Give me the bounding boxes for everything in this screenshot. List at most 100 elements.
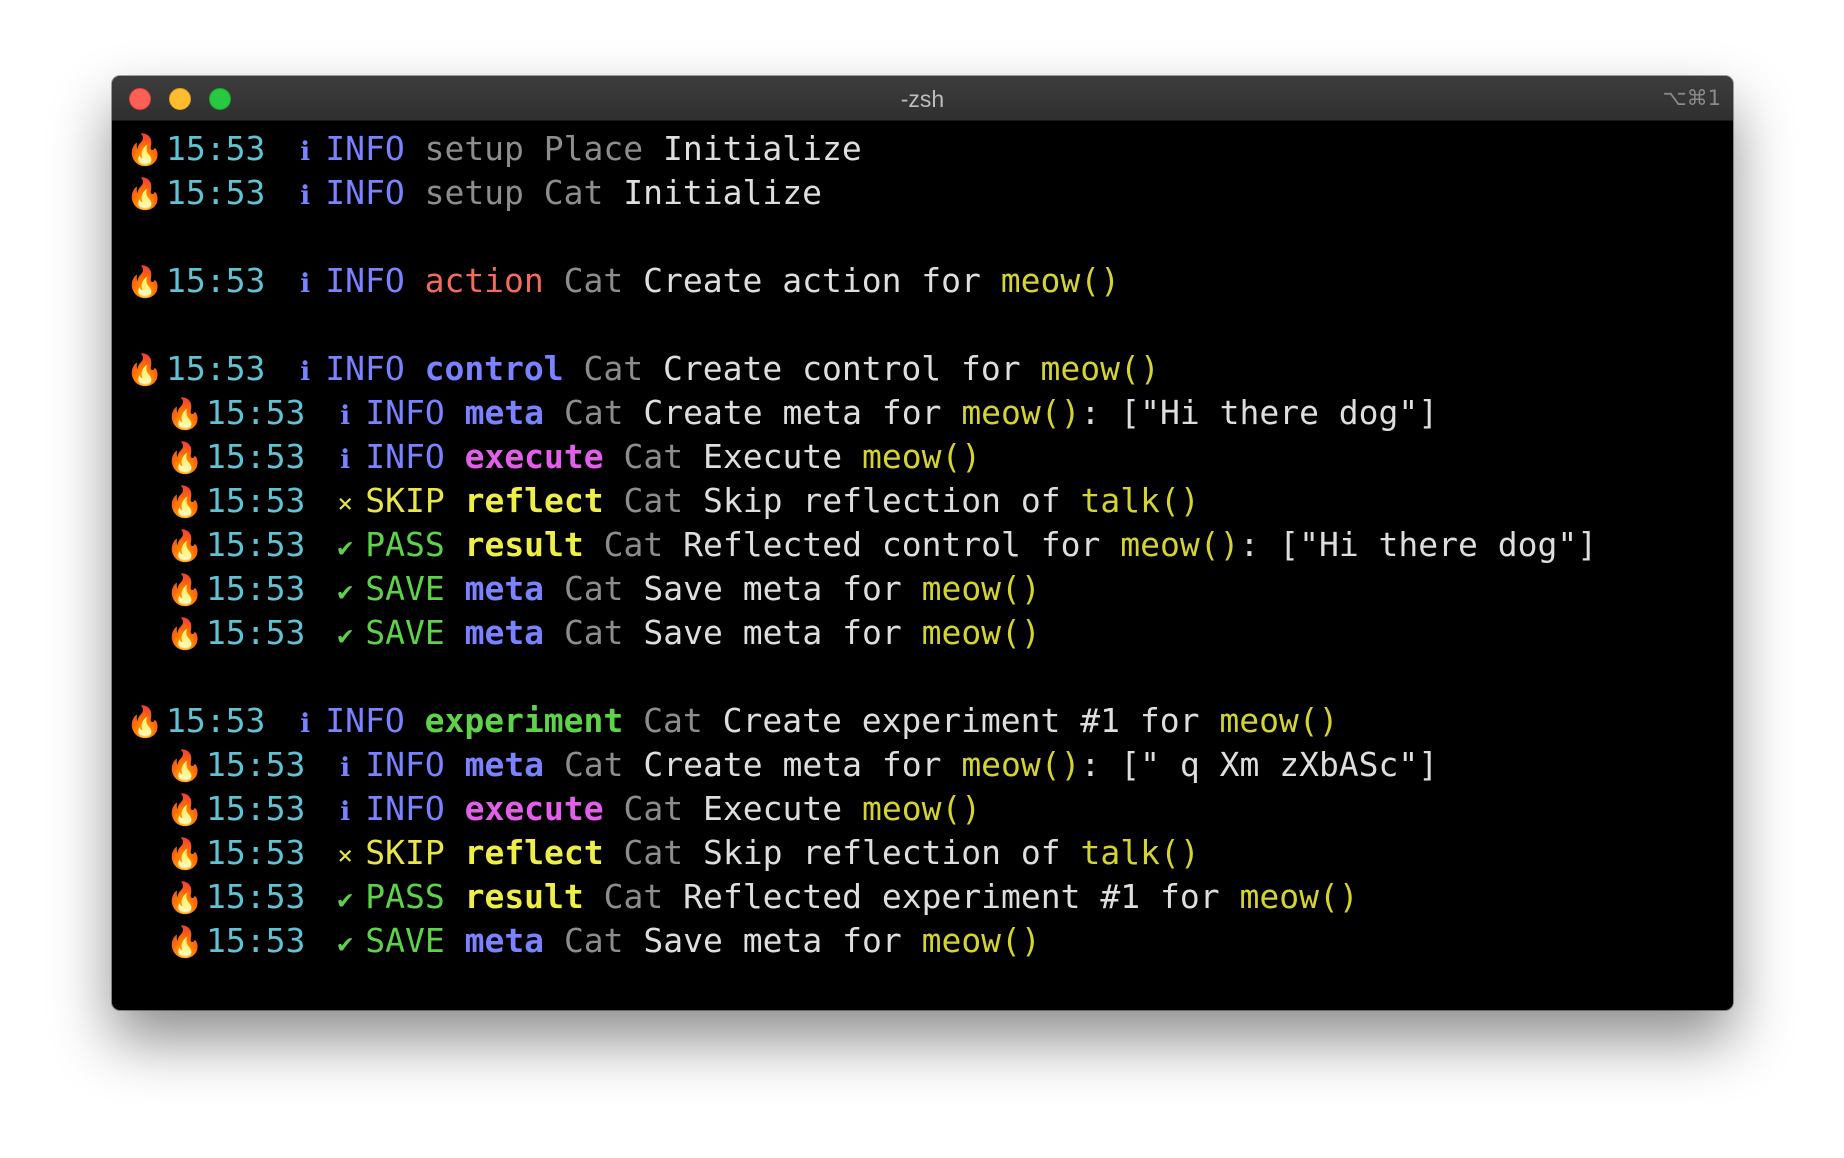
log-category: meta xyxy=(464,569,545,608)
log-scope: Place xyxy=(543,129,644,168)
log-time: 15:53 xyxy=(166,261,266,300)
log-time: 15:53 xyxy=(206,745,306,784)
log-time: 15:53 xyxy=(206,877,306,916)
info-symbol-icon: ℹ xyxy=(340,753,351,783)
log-time: 15:53 xyxy=(206,525,306,564)
log-category: experiment xyxy=(424,701,624,740)
log-line: 🔥15:53 ℹ INFO setup Cat Initialize xyxy=(126,171,1733,215)
info-symbol-icon: ℹ xyxy=(300,181,311,211)
info-symbol-icon: ℹ xyxy=(300,709,311,739)
fire-icon: 🔥 xyxy=(166,573,204,608)
info-symbol-icon: ℹ xyxy=(340,445,351,475)
log-line: 🔥15:53 ✔ SAVE meta Cat Save meta for meow… xyxy=(126,919,1733,963)
log-category: setup xyxy=(424,173,524,212)
info-symbol-icon: ℹ xyxy=(300,269,311,299)
log-level: INFO xyxy=(325,349,405,388)
log-function: meow() xyxy=(921,569,1041,608)
log-message: Execute xyxy=(703,437,843,476)
log-time: 15:53 xyxy=(166,349,266,388)
log-message: Create action for xyxy=(643,261,981,300)
log-message: Initialize xyxy=(623,173,822,212)
log-category: action xyxy=(424,261,544,300)
info-symbol-icon: ℹ xyxy=(300,357,311,387)
log-level: SKIP xyxy=(365,833,445,872)
fire-icon: 🔥 xyxy=(126,705,164,740)
log-function: meow() xyxy=(921,921,1041,960)
fire-icon: 🔥 xyxy=(166,529,204,564)
log-message: Create meta for xyxy=(643,745,942,784)
pass-symbol-icon: ✔ xyxy=(337,621,354,651)
pass-symbol-icon: ✔ xyxy=(337,577,354,607)
log-category: execute xyxy=(464,437,604,476)
log-scope: Cat xyxy=(623,437,684,476)
log-line: 🔥15:53 ℹ INFO execute Cat Execute meow() xyxy=(126,435,1733,479)
log-time: 15:53 xyxy=(206,833,306,872)
log-level: INFO xyxy=(325,261,405,300)
log-scope: Cat xyxy=(603,525,664,564)
title-bar[interactable]: -zsh ⌥⌘1 xyxy=(112,76,1733,121)
log-line: 🔥15:53 × SKIP reflect Cat Skip reflection… xyxy=(126,479,1733,523)
log-category: result xyxy=(464,877,584,916)
log-extra: : ["Hi there dog"] xyxy=(1239,525,1598,564)
log-category: result xyxy=(464,525,584,564)
log-line: 🔥15:53 ℹ INFO meta Cat Create meta for me… xyxy=(126,743,1733,787)
log-time: 15:53 xyxy=(206,921,306,960)
log-category: meta xyxy=(464,921,545,960)
log-scope: Cat xyxy=(563,569,624,608)
log-scope: Cat xyxy=(643,701,703,740)
fire-icon: 🔥 xyxy=(126,265,164,300)
log-function: meow() xyxy=(921,613,1041,652)
log-scope: Cat xyxy=(543,173,604,212)
log-level: SAVE xyxy=(365,613,445,652)
fire-icon: 🔥 xyxy=(166,793,204,828)
log-scope: Cat xyxy=(563,921,624,960)
info-symbol-icon: ℹ xyxy=(300,137,311,167)
window-shortcut-hint: ⌥⌘1 xyxy=(1662,86,1721,110)
log-time: 15:53 xyxy=(206,569,306,608)
log-line: 🔥15:53 ℹ INFO meta Cat Create meta for me… xyxy=(126,391,1733,435)
log-function: meow() xyxy=(1040,349,1160,388)
info-symbol-icon: ℹ xyxy=(340,797,351,827)
log-level: INFO xyxy=(325,701,405,740)
log-category: meta xyxy=(464,745,545,784)
log-function: meow() xyxy=(961,393,1081,432)
fire-icon: 🔥 xyxy=(126,353,164,388)
log-message: Save meta for xyxy=(643,613,902,652)
log-category: control xyxy=(424,349,564,388)
log-scope: Cat xyxy=(623,789,684,828)
log-message: Create control for xyxy=(663,349,1021,388)
log-category: setup xyxy=(424,129,524,168)
log-message: Reflected experiment #1 for xyxy=(683,877,1220,916)
log-function: meow() xyxy=(1120,525,1240,564)
log-scope: Cat xyxy=(603,877,664,916)
log-level: INFO xyxy=(365,437,445,476)
pass-symbol-icon: ✔ xyxy=(337,929,354,959)
terminal-output[interactable]: 🔥15:53 ℹ INFO setup Place Initialize 🔥15:5… xyxy=(112,121,1733,1010)
fire-icon: 🔥 xyxy=(126,177,164,212)
log-function: talk() xyxy=(1080,481,1200,520)
fire-icon: 🔥 xyxy=(166,441,204,476)
log-level: SAVE xyxy=(365,921,445,960)
log-line: 🔥15:53 ✔ PASS result Cat Reflected experi… xyxy=(126,875,1733,919)
skip-symbol-icon: × xyxy=(337,489,354,519)
log-function: meow() xyxy=(1219,701,1339,740)
log-category: meta xyxy=(464,613,545,652)
log-line: 🔥15:53 ℹ INFO experiment Cat Create exper… xyxy=(126,699,1733,743)
log-message: Execute xyxy=(703,789,843,828)
log-time: 15:53 xyxy=(166,701,266,740)
log-time: 15:53 xyxy=(166,173,266,212)
fire-icon: 🔥 xyxy=(166,617,204,652)
log-level: INFO xyxy=(365,393,445,432)
log-level: SKIP xyxy=(365,481,445,520)
log-function: talk() xyxy=(1080,833,1200,872)
log-scope: Cat xyxy=(583,349,644,388)
log-level: SAVE xyxy=(365,569,445,608)
log-scope: Cat xyxy=(563,745,624,784)
log-level: INFO xyxy=(325,173,405,212)
log-message: Save meta for xyxy=(643,921,902,960)
fire-icon: 🔥 xyxy=(166,485,204,520)
log-function: meow() xyxy=(861,789,982,828)
log-category: execute xyxy=(464,789,604,828)
